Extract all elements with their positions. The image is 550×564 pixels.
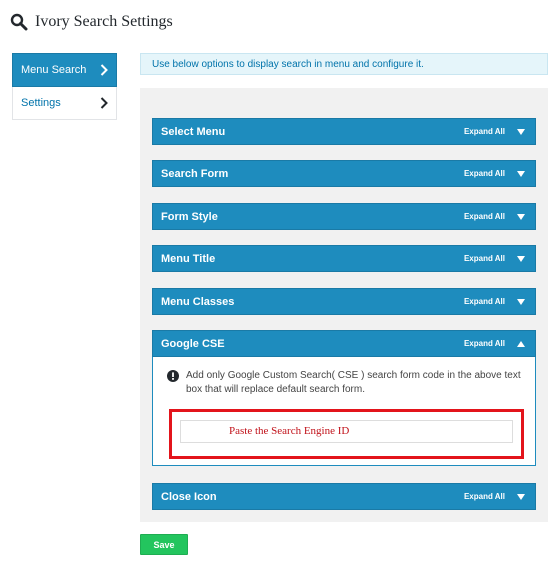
search-engine-id-input[interactable]: Paste the Search Engine ID xyxy=(180,420,513,443)
section-title: Form Style xyxy=(161,210,218,223)
section-title: Google CSE xyxy=(161,337,225,350)
expand-all-toggle[interactable]: Expand All xyxy=(464,127,505,136)
expand-all-toggle[interactable]: Expand All xyxy=(464,212,505,221)
highlight-box: Paste the Search Engine ID xyxy=(169,409,524,459)
section-form-style[interactable]: Form Style Expand All xyxy=(152,203,536,230)
cse-info-text: Add only Google Custom Search( CSE ) sea… xyxy=(186,370,521,395)
section-select-menu[interactable]: Select Menu Expand All xyxy=(152,118,536,145)
caret-down-icon xyxy=(517,493,525,500)
section-title: Menu Title xyxy=(161,252,216,265)
search-icon xyxy=(10,13,28,31)
section-title: Close Icon xyxy=(161,490,217,503)
expand-all-toggle[interactable]: Expand All xyxy=(464,254,505,263)
section-title: Menu Classes xyxy=(161,295,235,308)
save-button[interactable]: Save xyxy=(140,534,188,555)
expand-all-toggle[interactable]: Expand All xyxy=(464,492,505,501)
sidebar: Menu Search Settings xyxy=(12,53,117,120)
caret-down-icon xyxy=(517,298,525,305)
section-google-cse[interactable]: Google CSE Expand All xyxy=(152,330,536,357)
sidebar-item-menu-search[interactable]: Menu Search xyxy=(12,53,117,87)
section-title: Search Form xyxy=(161,167,229,180)
caret-down-icon xyxy=(517,128,525,135)
sidebar-item-settings[interactable]: Settings xyxy=(12,87,117,120)
info-icon xyxy=(167,370,179,382)
section-search-form[interactable]: Search Form Expand All xyxy=(152,160,536,187)
info-notice: Use below options to display search in m… xyxy=(140,53,548,75)
sidebar-item-label: Menu Search xyxy=(21,64,87,76)
section-menu-title[interactable]: Menu Title Expand All xyxy=(152,245,536,272)
chevron-right-icon xyxy=(100,97,108,109)
expand-all-toggle[interactable]: Expand All xyxy=(464,339,505,348)
sidebar-item-label: Settings xyxy=(21,97,61,109)
cse-info-message: Add only Google Custom Search( CSE ) sea… xyxy=(167,369,527,397)
page-header: Ivory Search Settings xyxy=(10,10,173,34)
chevron-right-icon xyxy=(100,64,108,76)
notice-text: Use below options to display search in m… xyxy=(152,58,424,70)
settings-panel: Select Menu Expand All Search Form Expan… xyxy=(140,88,548,522)
page-title: Ivory Search Settings xyxy=(35,13,173,30)
caret-down-icon xyxy=(517,170,525,177)
section-close-icon[interactable]: Close Icon Expand All xyxy=(152,483,536,510)
caret-down-icon xyxy=(517,255,525,262)
caret-down-icon xyxy=(517,213,525,220)
expand-all-toggle[interactable]: Expand All xyxy=(464,169,505,178)
caret-up-icon xyxy=(517,340,525,347)
google-cse-body: Add only Google Custom Search( CSE ) sea… xyxy=(152,357,536,466)
section-title: Select Menu xyxy=(161,125,226,138)
expand-all-toggle[interactable]: Expand All xyxy=(464,297,505,306)
section-menu-classes[interactable]: Menu Classes Expand All xyxy=(152,288,536,315)
